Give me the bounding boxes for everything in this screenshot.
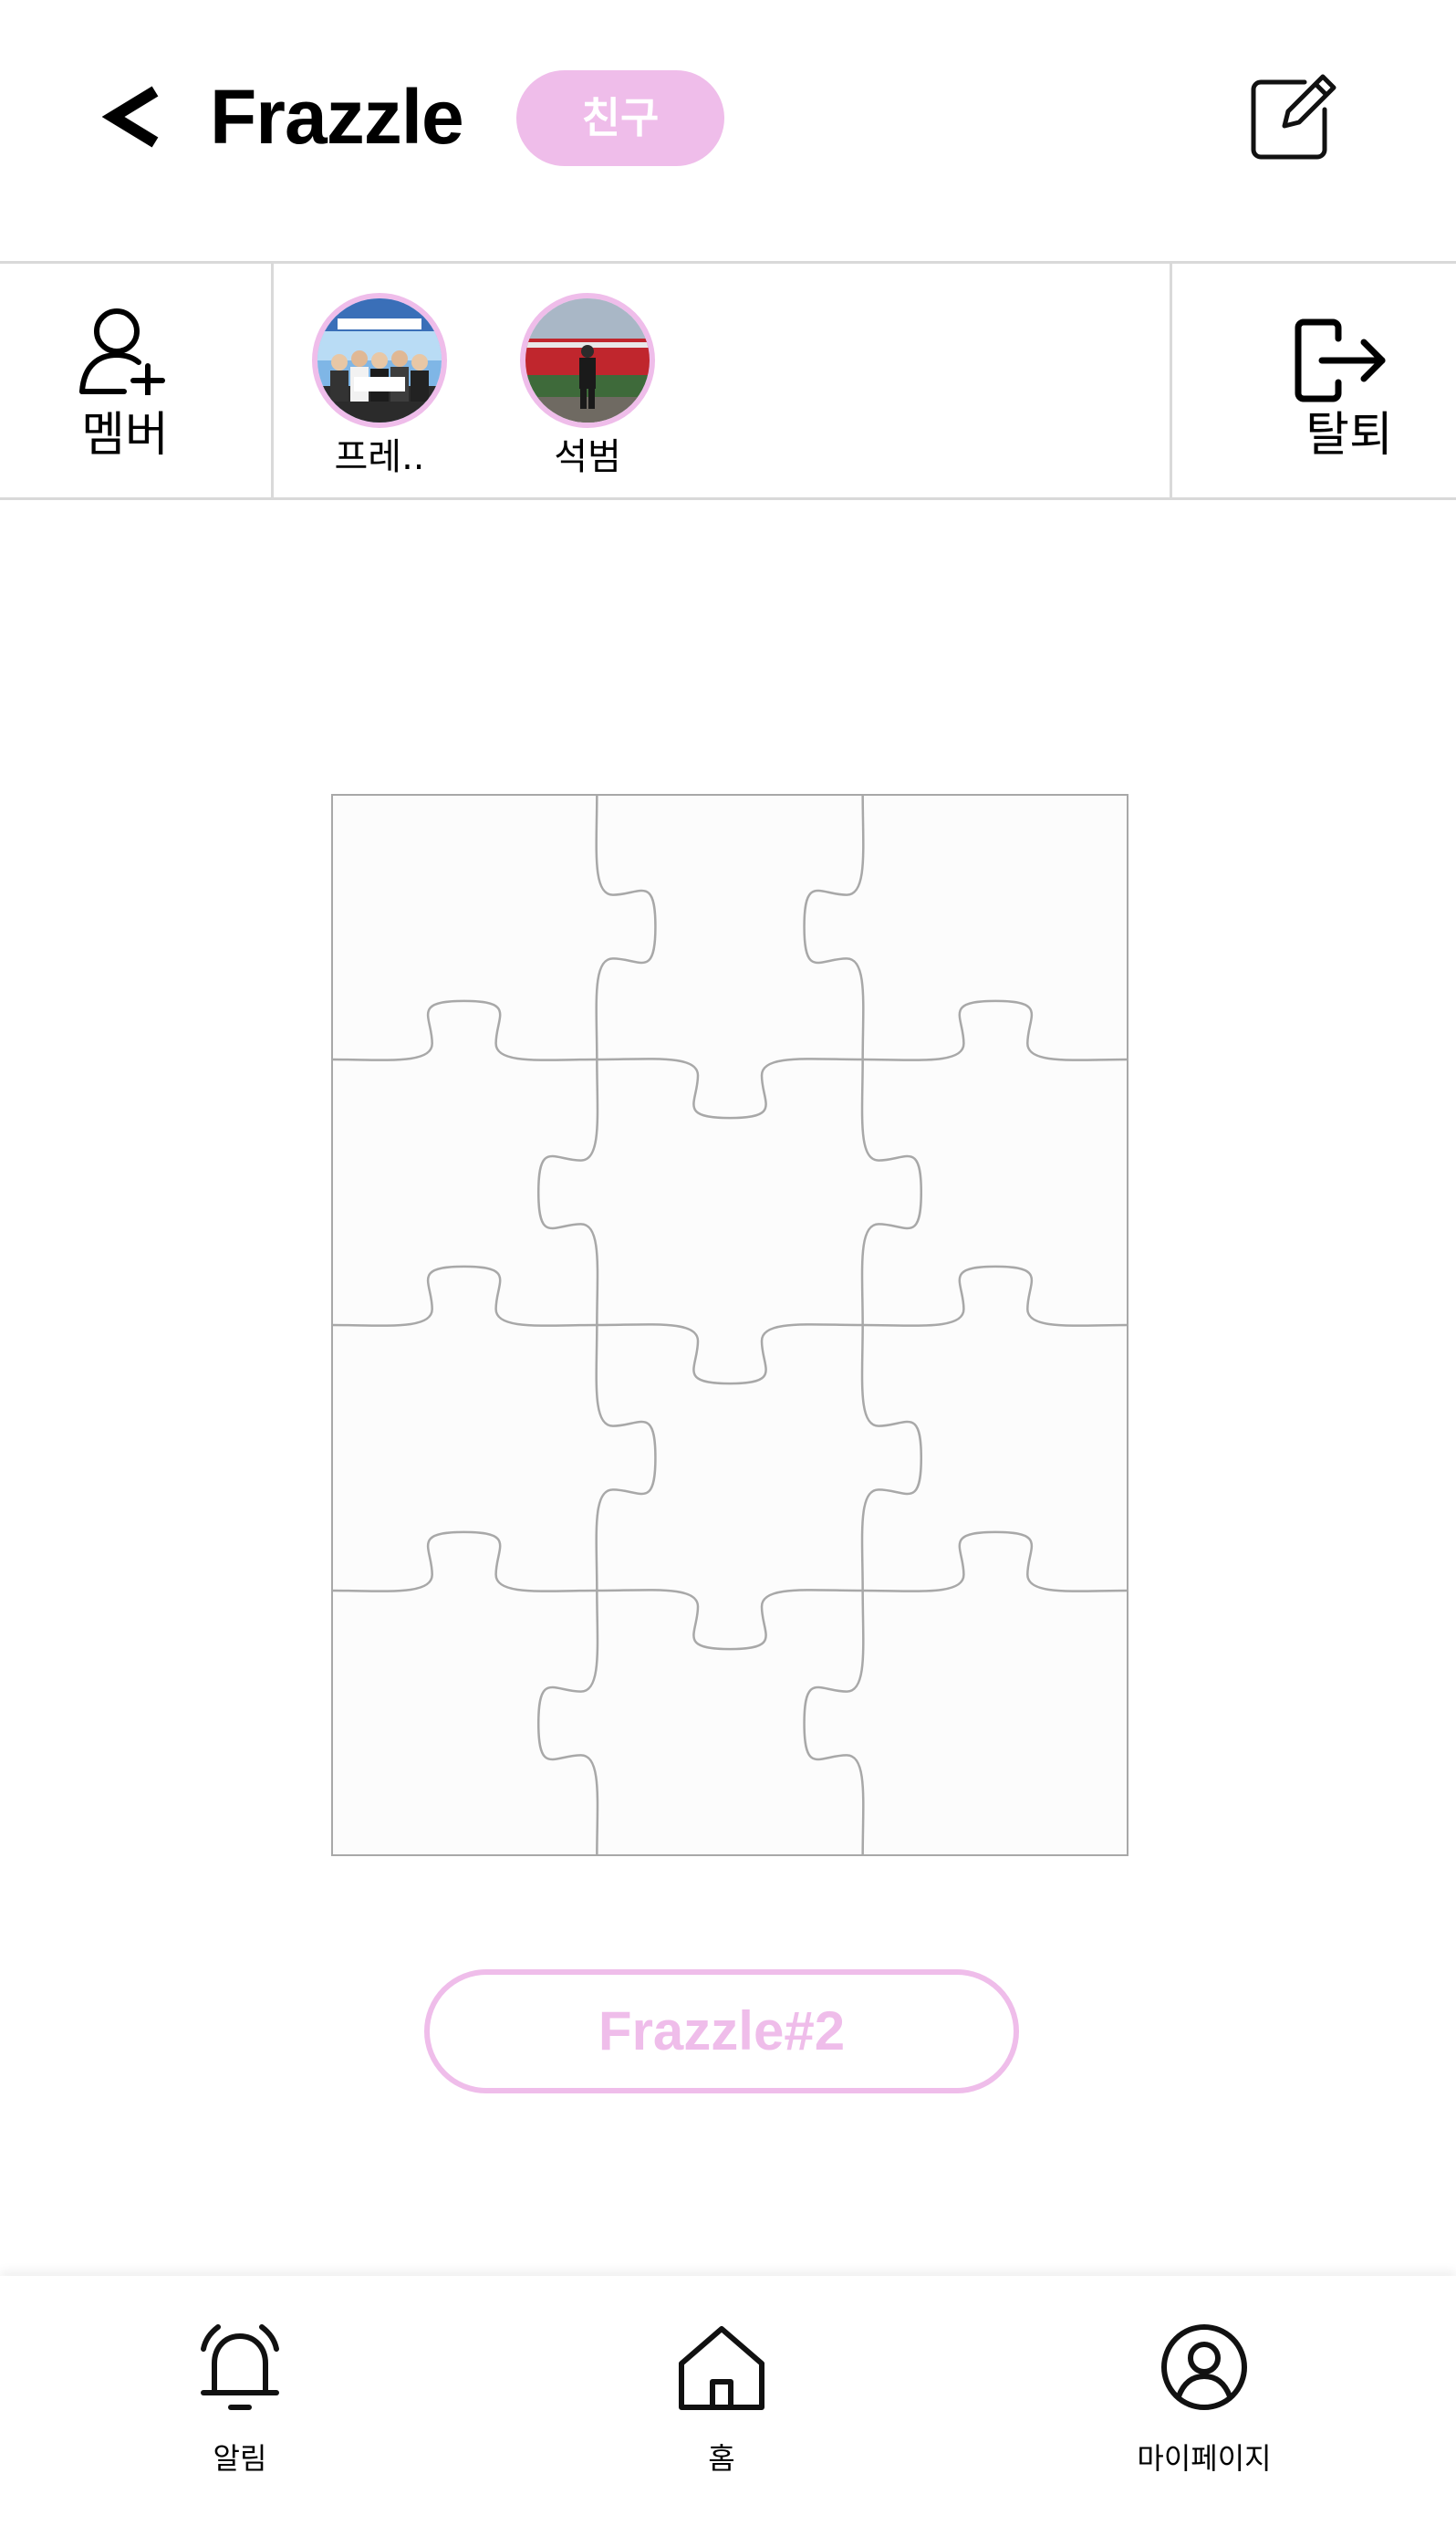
tab-label: 홈 (708, 2441, 735, 2476)
edit-button[interactable] (1248, 71, 1339, 162)
tab-notifications[interactable]: 알림 (121, 2276, 359, 2536)
avatar (520, 293, 655, 428)
member-name: 프레.. (334, 436, 425, 478)
logout-icon (1295, 318, 1386, 402)
leave-label: 탈퇴 (1305, 408, 1393, 463)
tab-label: 마이페이지 (1137, 2441, 1272, 2476)
tab-label: 알림 (213, 2441, 267, 2476)
add-user-icon (79, 308, 165, 395)
tab-home[interactable]: 홈 (603, 2276, 840, 2536)
group-type-badge: 친구 (516, 70, 724, 166)
group-title: Frazzle (210, 74, 464, 160)
user-circle-icon (1161, 2324, 1247, 2410)
avatar (312, 293, 447, 428)
member-avatar-list: 프레.. 석범 (274, 264, 1171, 497)
top-header: Frazzle 친구 (0, 0, 1456, 261)
back-button[interactable] (101, 80, 166, 153)
frazzle-button[interactable]: Frazzle#2 (424, 1969, 1019, 2093)
tab-mypage[interactable]: 마이페이지 (1086, 2276, 1323, 2536)
home-icon (679, 2326, 764, 2410)
member-avatar-item[interactable]: 프레.. (307, 293, 452, 483)
member-label: 멤버 (81, 408, 169, 463)
edit-icon (1251, 74, 1336, 160)
bell-icon (201, 2324, 279, 2410)
add-member-button[interactable]: 멤버 (0, 264, 274, 497)
leave-group-button[interactable]: 탈퇴 (1170, 264, 1456, 497)
member-name: 석범 (554, 436, 621, 478)
puzzle-board (331, 794, 1128, 1856)
puzzle-frame (331, 794, 1128, 1856)
member-avatar-item[interactable]: 석범 (515, 293, 660, 483)
bottom-tab-bar: 알림 홈 마이페이지 (0, 2276, 1456, 2536)
member-bar: 멤버 프레.. 석범 탈퇴 (0, 261, 1456, 500)
chevron-left-icon (101, 86, 159, 148)
